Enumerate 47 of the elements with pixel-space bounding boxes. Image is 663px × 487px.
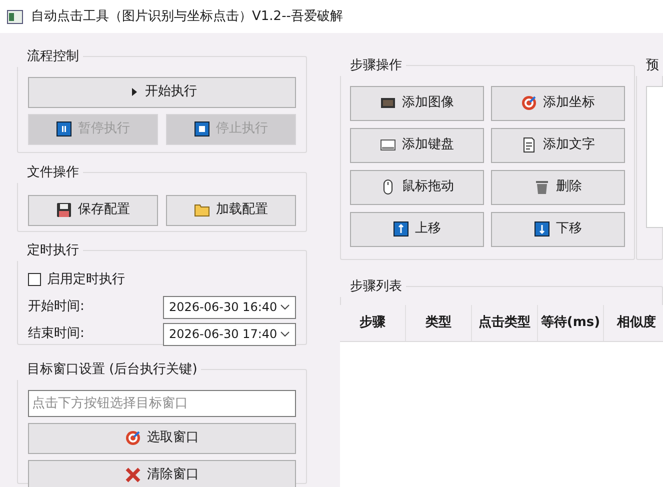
- pause-icon: [56, 121, 72, 137]
- action-button[interactable]: 添加文字: [491, 128, 625, 162]
- group-title: 定时执行: [17, 241, 83, 260]
- group-title: 预: [636, 56, 663, 76]
- chevron-down-icon: [280, 304, 290, 310]
- group-title: 步骤操作: [340, 56, 406, 76]
- field-label: 开始时间:: [28, 298, 84, 316]
- column-header[interactable]: 相似度: [604, 304, 663, 340]
- action-button[interactable]: 选取窗口: [28, 422, 296, 454]
- folder-icon: [194, 202, 210, 218]
- action-button[interactable]: 保存配置: [28, 194, 158, 226]
- window-title: 自动点击工具（图片识别与坐标点击）V1.2--吾爱破解: [31, 8, 343, 26]
- image-icon: [380, 95, 396, 111]
- group-title: 步骤列表: [340, 277, 406, 296]
- target-icon: [521, 95, 537, 111]
- action-button[interactable]: 清除窗口: [28, 460, 296, 487]
- datetime-picker[interactable]: 2026-06-30 16:40: [163, 296, 296, 318]
- action-button[interactable]: 删除: [491, 170, 625, 204]
- floppy-icon: [56, 202, 72, 218]
- field-label: 结束时间:: [28, 325, 84, 344]
- cross-icon: [125, 467, 141, 483]
- action-button[interactable]: 加载配置: [166, 194, 296, 226]
- input-field[interactable]: 点击下方按钮选择目标窗口: [28, 390, 296, 416]
- action-button[interactable]: 开始执行: [28, 76, 296, 108]
- checkbox-box[interactable]: [28, 273, 41, 286]
- action-button[interactable]: 鼠标拖动: [350, 170, 484, 204]
- stop-icon: [194, 121, 210, 137]
- app-icon: [7, 10, 23, 24]
- group-title: 文件操作: [17, 163, 83, 182]
- datetime-picker[interactable]: 2026-06-30 17:40: [163, 322, 296, 346]
- target-icon: [125, 430, 141, 446]
- action-button[interactable]: 添加图像: [350, 86, 484, 120]
- action-button[interactable]: 添加键盘: [350, 128, 484, 162]
- chevron-down-icon: [280, 331, 290, 337]
- action-button[interactable]: 上移: [350, 212, 484, 246]
- action-button[interactable]: 下移: [491, 212, 625, 246]
- trash-icon: [534, 179, 550, 195]
- group-title: 目标窗口设置 (后台执行关键): [17, 360, 202, 380]
- column-header[interactable]: 等待(ms): [538, 304, 604, 340]
- column-header[interactable]: 点击类型: [472, 304, 538, 340]
- column-header[interactable]: 步骤: [340, 304, 406, 340]
- keyboard-icon: [380, 137, 396, 153]
- column-header[interactable]: 类型: [406, 304, 472, 340]
- action-button[interactable]: 添加坐标: [491, 86, 625, 120]
- notepad-icon: [521, 137, 537, 153]
- checkbox-label: 启用定时执行: [47, 270, 125, 289]
- group-title: 流程控制: [17, 47, 83, 66]
